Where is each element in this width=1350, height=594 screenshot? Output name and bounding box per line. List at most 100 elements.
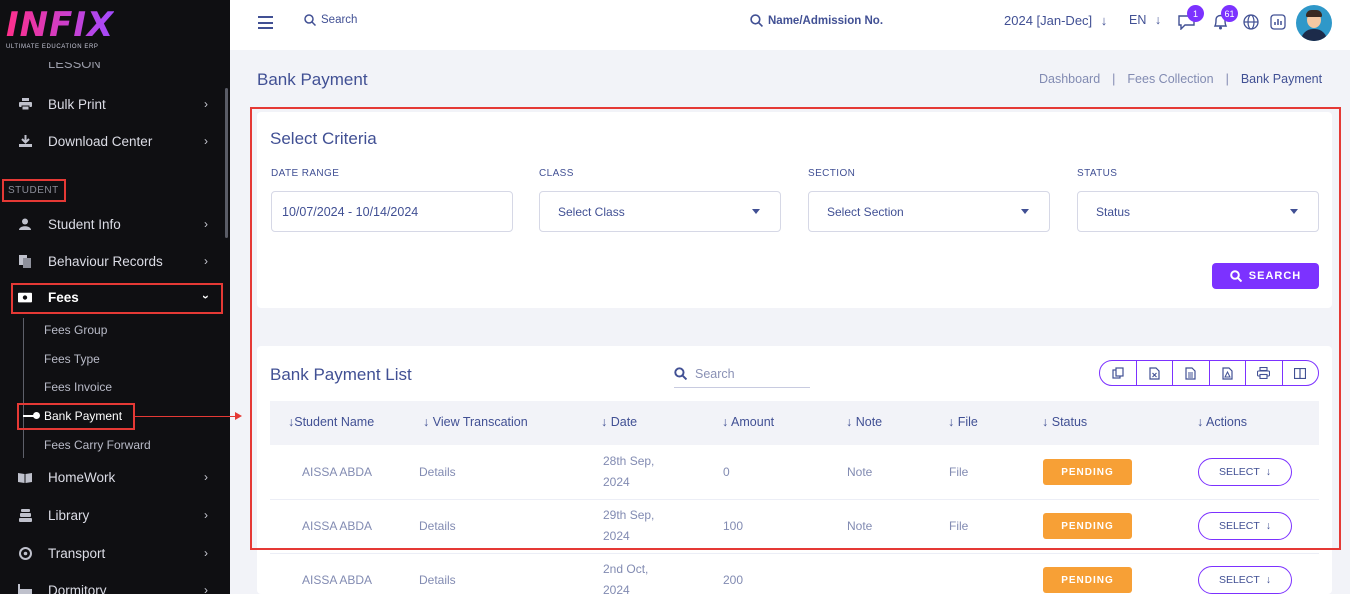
note-link[interactable]: Note: [847, 465, 872, 479]
app-logo[interactable]: INFIX ULTIMATE EDUCATION ERP: [6, 8, 114, 50]
report-chart-icon[interactable]: [1269, 13, 1287, 31]
section-select[interactable]: Select Section: [808, 191, 1050, 232]
col-student-name[interactable]: ↓Student Name: [288, 415, 374, 429]
col-amount[interactable]: ↓ Amount: [722, 415, 774, 429]
sidebar-item-label: Behaviour Records: [48, 253, 163, 269]
breadcrumb-fees-collection[interactable]: Fees Collection: [1127, 72, 1213, 86]
cell-amount: 0: [723, 465, 730, 479]
submenu-line: [23, 318, 24, 458]
class-label: CLASS: [539, 168, 574, 179]
sort-arrow-icon: ↓: [722, 415, 729, 429]
notification-bell-icon[interactable]: 61: [1211, 5, 1238, 31]
search-button-label: SEARCH: [1248, 270, 1302, 282]
date-range-value: 10/07/2024 - 10/14/2024: [282, 204, 419, 219]
col-actions[interactable]: ↓ Actions: [1197, 415, 1247, 429]
col-view-transaction[interactable]: ↓ View Transcation: [423, 415, 528, 429]
status-badge: PENDING: [1043, 567, 1132, 593]
user-avatar[interactable]: [1296, 5, 1332, 41]
search-icon: [304, 14, 316, 26]
col-status-label: Status: [1051, 415, 1088, 429]
csv-icon[interactable]: [1172, 361, 1209, 385]
print-icon[interactable]: [1245, 361, 1282, 385]
message-count-badge: 1: [1187, 5, 1204, 22]
sidebar-subitem-fees-group[interactable]: Fees Group: [44, 323, 107, 337]
arrow-down-icon: ↓: [1265, 466, 1272, 478]
breadcrumb-bank-payment: Bank Payment: [1240, 72, 1323, 86]
name-admission-search[interactable]: Name/Admission No.: [750, 14, 883, 27]
sidebar-item-behaviour-records[interactable]: Behaviour Records ›: [0, 246, 230, 276]
sidebar-item-label: Transport: [48, 545, 106, 561]
page-title: Bank Payment: [257, 70, 368, 89]
col-date-label: Date: [610, 415, 638, 429]
logo-subtitle: ULTIMATE EDUCATION ERP: [6, 44, 99, 50]
columns-icon[interactable]: [1281, 361, 1319, 385]
sidebar-subitem-fees-invoice[interactable]: Fees Invoice: [44, 380, 112, 394]
chevron-right-icon: ›: [204, 470, 208, 484]
sort-arrow-icon: ↓: [948, 415, 955, 429]
sidebar-item-library[interactable]: Library ›: [0, 500, 230, 530]
status-badge: PENDING: [1043, 459, 1132, 485]
sidebar-item-transport[interactable]: Transport ›: [0, 538, 230, 568]
sidebar-item-bulk-print[interactable]: Bulk Print ›: [0, 89, 230, 119]
file-link[interactable]: File: [949, 465, 968, 479]
sidebar-item-download-center[interactable]: Download Center ›: [0, 126, 230, 156]
sidebar-subitem-fees-type[interactable]: Fees Type: [44, 352, 100, 366]
cell-date: 2nd Oct, 2024: [603, 559, 648, 594]
select-action-button[interactable]: SELECT ↓: [1198, 512, 1292, 540]
cell-date-line2: 2024: [603, 475, 630, 489]
breadcrumb-dashboard[interactable]: Dashboard: [1039, 72, 1100, 86]
col-file[interactable]: ↓ File: [948, 415, 978, 429]
top-search[interactable]: Search: [304, 14, 357, 26]
section-label: SECTION: [808, 168, 856, 179]
select-action-label: SELECT: [1218, 466, 1260, 478]
row-divider: [270, 499, 1319, 500]
name-admission-label: Name/Admission No.: [768, 14, 884, 27]
top-bar: Search Name/Admission No. 2024 [Jan-Dec]…: [230, 0, 1350, 50]
list-search-input[interactable]: Search: [674, 360, 810, 388]
details-link[interactable]: Details: [419, 573, 456, 587]
status-select[interactable]: Status: [1077, 191, 1319, 232]
pdf-icon[interactable]: [1208, 361, 1246, 385]
details-link[interactable]: Details: [419, 519, 456, 533]
active-indicator-dot: [33, 412, 40, 419]
copy-icon[interactable]: [1100, 361, 1136, 385]
details-link[interactable]: Details: [419, 465, 456, 479]
col-amount-label: Amount: [731, 415, 775, 429]
chevron-right-icon: ›: [204, 508, 208, 522]
date-range-input[interactable]: 10/07/2024 - 10/14/2024: [271, 191, 513, 232]
select-action-button[interactable]: SELECT ↓: [1198, 458, 1292, 486]
sidebar-subitem-bank-payment[interactable]: Bank Payment: [44, 409, 122, 423]
cell-date-line1: 28th Sep,: [603, 454, 655, 468]
sort-arrow-icon: ↓: [601, 415, 608, 429]
language-selector[interactable]: EN ↓: [1129, 13, 1161, 27]
col-status[interactable]: ↓ Status: [1042, 415, 1087, 429]
sidebar-subitem-fees-carry-forward[interactable]: Fees Carry Forward: [44, 438, 151, 452]
status-label: STATUS: [1077, 168, 1118, 179]
cell-date-line2: 2024: [603, 583, 630, 594]
arrow-down-icon: ↓: [1265, 520, 1272, 532]
col-note[interactable]: ↓ Note: [846, 415, 882, 429]
excel-icon[interactable]: [1135, 361, 1173, 385]
dormitory-icon: [18, 584, 32, 594]
search-button[interactable]: SEARCH: [1212, 263, 1319, 289]
select-action-button[interactable]: SELECT ↓: [1198, 566, 1292, 594]
menu-toggle-icon[interactable]: [258, 16, 273, 29]
class-select[interactable]: Select Class: [539, 191, 781, 232]
session-selector[interactable]: 2024 [Jan-Dec] ↓: [1004, 13, 1107, 28]
col-student-name-label: Student Name: [294, 415, 375, 429]
message-icon[interactable]: 1: [1177, 5, 1204, 31]
file-link[interactable]: File: [949, 519, 968, 533]
sidebar-item-cut-off: LESSON PLAN: [48, 62, 101, 72]
list-title: Bank Payment List: [270, 365, 412, 384]
sidebar-item-homework[interactable]: HomeWork ›: [0, 462, 230, 492]
cell-amount: 100: [723, 519, 744, 533]
globe-icon[interactable]: [1242, 13, 1260, 31]
printer-icon: [18, 98, 32, 110]
search-icon: [750, 14, 763, 27]
section-label-student: STUDENT: [2, 179, 66, 202]
search-icon: [674, 367, 687, 380]
sidebar-item-dormitory[interactable]: Dormitory ›: [0, 575, 230, 594]
col-date[interactable]: ↓ Date: [601, 415, 637, 429]
note-link[interactable]: Note: [847, 519, 872, 533]
sidebar-item-student-info[interactable]: Student Info ›: [0, 209, 230, 239]
